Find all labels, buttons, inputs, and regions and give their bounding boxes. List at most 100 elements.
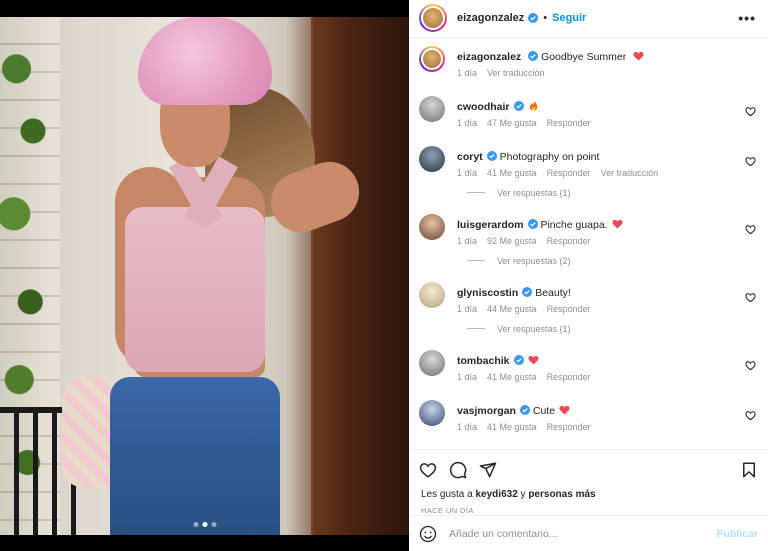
comment: tombachik 1 día 41 Me gusta Responder xyxy=(419,349,756,382)
reply-button[interactable]: Responder xyxy=(547,304,591,314)
comment: luisgerardom Pinche guapa. 1 día 92 Me gus… xyxy=(419,213,756,246)
comment-text: Photography on point xyxy=(499,150,600,163)
commenter-username[interactable]: glyniscostin xyxy=(457,287,518,299)
comment-text: Cute xyxy=(532,404,556,417)
more-options-icon[interactable]: ••• xyxy=(738,10,756,26)
view-replies-label: Ver respuestas (1) xyxy=(497,323,571,334)
view-replies-label: Ver respuestas (1) xyxy=(497,187,571,198)
reply-button[interactable]: Responder xyxy=(547,118,591,128)
caption-author[interactable]: eizagonzalez xyxy=(457,51,521,63)
translate-link[interactable]: Ver traducción xyxy=(601,168,659,178)
comment-likes-count[interactable]: 41 Me gusta xyxy=(487,422,537,432)
follow-button[interactable]: Seguir xyxy=(552,12,586,24)
commenter-username[interactable]: luisgerardom xyxy=(457,219,524,231)
comment-like-heart-icon[interactable] xyxy=(745,410,756,421)
verified-badge-icon xyxy=(486,150,497,161)
carousel-dot xyxy=(211,522,216,527)
replies-divider xyxy=(467,260,485,262)
reply-button[interactable]: Responder xyxy=(547,168,591,178)
post-timestamp: HACE UN DÍA xyxy=(421,506,474,516)
comment-like-heart-icon[interactable] xyxy=(745,224,756,235)
publish-button[interactable]: Publicar xyxy=(717,528,758,540)
likes-others[interactable]: personas más xyxy=(528,489,595,500)
commenter-avatar[interactable] xyxy=(419,145,445,172)
post-photo[interactable] xyxy=(0,17,409,535)
likes-summary: Les gusta a keydi632 y personas más xyxy=(409,489,768,500)
view-replies-label: Ver respuestas (2) xyxy=(497,255,571,266)
photo-door xyxy=(313,17,409,535)
commenter-username[interactable]: coryt xyxy=(457,151,483,163)
caption-author-avatar[interactable] xyxy=(419,45,445,72)
author-avatar[interactable] xyxy=(419,4,447,33)
verified-badge-icon xyxy=(519,404,530,415)
emoji-smiley-icon[interactable] xyxy=(419,525,437,543)
comments-panel: eizagonzalez • Seguir ••• eizagonzalez G… xyxy=(409,0,768,551)
verified-badge-icon xyxy=(528,13,539,24)
photo-panel xyxy=(0,0,409,551)
comment-like-heart-icon[interactable] xyxy=(745,106,756,117)
comment-text: Pinche guapa. xyxy=(540,218,608,231)
comment-likes-count[interactable]: 47 Me gusta xyxy=(487,118,537,128)
commenter-username[interactable]: vasjmorgan xyxy=(457,405,516,417)
commenter-avatar[interactable] xyxy=(419,281,445,308)
likes-user[interactable]: keydi632 xyxy=(476,489,518,500)
comment-item: glyniscostin Beauty! 1 día 44 Me gusta Resp… xyxy=(419,281,756,334)
verified-badge-icon xyxy=(513,100,524,111)
comment-time: 1 día xyxy=(457,421,478,432)
save-bookmark-icon[interactable] xyxy=(740,461,758,479)
comment-item: tombachik 1 día 41 Me gusta Responder xyxy=(419,349,756,382)
comment-likes-count[interactable]: 92 Me gusta xyxy=(487,236,537,246)
red-heart-emoji-icon xyxy=(559,405,570,415)
likes-connector: y xyxy=(520,489,526,501)
photo-jeans xyxy=(110,377,280,535)
commenter-avatar[interactable] xyxy=(419,95,445,122)
comment-like-heart-icon[interactable] xyxy=(745,292,756,303)
comment-like-heart-icon[interactable] xyxy=(745,156,756,167)
separator-dot: • xyxy=(543,12,548,25)
comment: glyniscostin Beauty! 1 día 44 Me gusta Resp… xyxy=(419,281,756,314)
verified-badge-icon xyxy=(513,354,524,365)
comments-list[interactable]: eizagonzalez Goodbye Summer 1 día Ver tr… xyxy=(409,38,768,449)
comment: cwoodhair 1 día 47 Me gusta Responder xyxy=(419,95,756,128)
carousel-dot xyxy=(193,522,198,527)
red-heart-emoji-icon xyxy=(612,219,623,229)
reply-button[interactable]: Responder xyxy=(547,236,591,246)
reply-button[interactable]: Responder xyxy=(547,422,591,432)
caption: eizagonzalez Goodbye Summer 1 día Ver tr… xyxy=(419,45,756,78)
comment-item: luisgerardom Pinche guapa. 1 día 92 Me gus… xyxy=(419,213,756,266)
view-replies-button[interactable]: Ver respuestas (2) xyxy=(467,256,756,266)
caption-time: 1 día xyxy=(457,67,478,78)
comment-item: vasjmorgan Cute 1 día 41 Me gusta Responder xyxy=(419,399,756,432)
red-heart-emoji-icon xyxy=(527,355,539,365)
share-send-icon[interactable] xyxy=(479,461,497,479)
caption-text: Goodbye Summer xyxy=(541,50,627,63)
translate-link[interactable]: Ver traducción xyxy=(487,68,545,78)
comment-like-heart-icon[interactable] xyxy=(745,360,756,371)
comment-likes-count[interactable]: 41 Me gusta xyxy=(487,168,537,178)
commenter-avatar[interactable] xyxy=(419,213,445,240)
replies-divider xyxy=(467,192,485,194)
reply-button[interactable]: Responder xyxy=(547,372,591,382)
like-heart-icon[interactable] xyxy=(419,461,437,479)
comment-time: 1 día xyxy=(457,371,478,382)
verified-badge-icon xyxy=(522,286,533,297)
comment-likes-count[interactable]: 44 Me gusta xyxy=(487,304,537,314)
commenter-username[interactable]: cwoodhair xyxy=(457,101,510,113)
comment-item: coryt Photography on point 1 día 41 Me gus… xyxy=(419,145,756,198)
commenter-avatar[interactable] xyxy=(419,349,445,376)
comment-input[interactable] xyxy=(449,527,717,540)
view-replies-button[interactable]: Ver respuestas (1) xyxy=(467,188,756,198)
comment-bubble-icon[interactable] xyxy=(449,461,467,479)
likes-prefix: Les gusta a xyxy=(421,489,473,501)
comment-time: 1 día xyxy=(457,117,478,128)
photo-bucket-hat xyxy=(138,17,272,105)
commenter-avatar[interactable] xyxy=(419,399,445,426)
add-comment-bar: Publicar xyxy=(409,515,768,551)
comment-item: cwoodhair 1 día 47 Me gusta Responder xyxy=(419,95,756,128)
comment-likes-count[interactable]: 41 Me gusta xyxy=(487,372,537,382)
comment: coryt Photography on point 1 día 41 Me gus… xyxy=(419,145,756,178)
post-actions xyxy=(409,449,768,489)
commenter-username[interactable]: tombachik xyxy=(457,355,510,367)
author-username[interactable]: eizagonzalez xyxy=(457,12,524,24)
view-replies-button[interactable]: Ver respuestas (1) xyxy=(467,324,756,334)
